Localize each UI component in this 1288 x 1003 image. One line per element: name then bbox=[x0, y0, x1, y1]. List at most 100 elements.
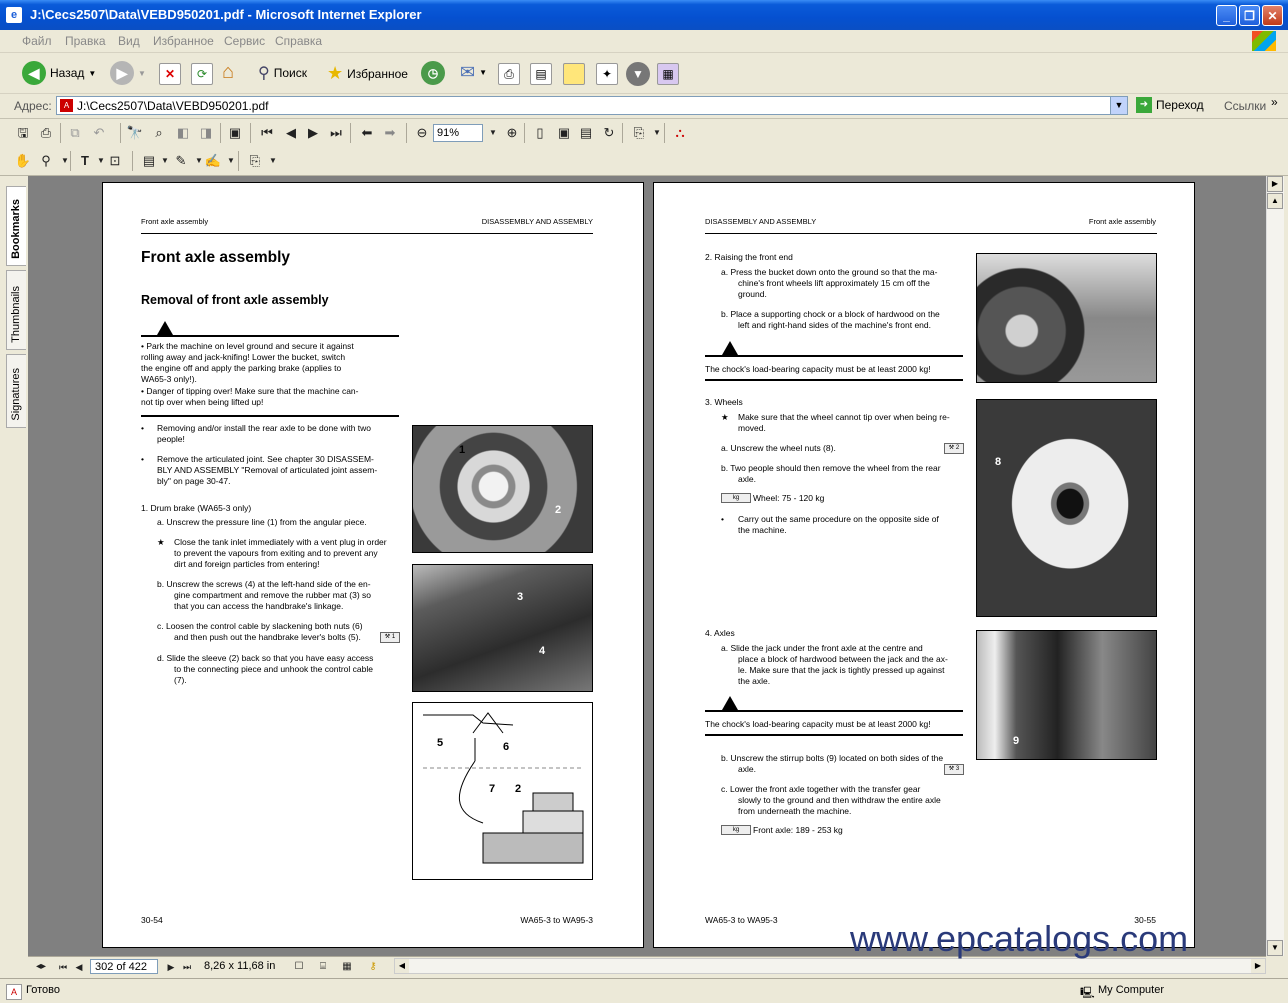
address-input[interactable]: A J:\Cecs2507\Data\VEBD950201.pdf ▼ bbox=[56, 96, 1128, 115]
facing-pages-icon[interactable]: ▦ bbox=[338, 958, 356, 976]
horizontal-scrollbar[interactable]: ◀ ▶ bbox=[394, 958, 1266, 974]
zoom-dropdown-icon[interactable]: ▼ bbox=[484, 124, 502, 142]
copy-icon[interactable]: ⧉ bbox=[66, 124, 84, 142]
actual-size-icon[interactable]: ▯ bbox=[531, 124, 549, 142]
zoom-tool-dropdown-icon[interactable]: ▼ bbox=[56, 152, 74, 170]
tab-bookmarks[interactable]: Bookmarks bbox=[6, 186, 26, 266]
next-page-icon[interactable]: ▶ bbox=[304, 124, 322, 142]
page-number-input[interactable]: 302 of 422 bbox=[90, 959, 158, 974]
discuss-button[interactable] bbox=[563, 63, 585, 85]
scroll-right-arrow-icon[interactable]: ▶ bbox=[1251, 959, 1265, 973]
edit-button[interactable]: ▤ bbox=[530, 63, 552, 85]
minimize-button[interactable]: _ bbox=[1216, 5, 1237, 26]
prev-view-icon[interactable]: ◧ bbox=[174, 124, 192, 142]
messenger-button[interactable]: ✦ bbox=[596, 63, 618, 85]
highlight-tool-icon[interactable]: ✍ bbox=[204, 152, 222, 170]
print-button[interactable]: ⎙ bbox=[498, 63, 520, 85]
menu-file[interactable]: Файл bbox=[22, 34, 52, 48]
section-heading: 2. Raising the front end bbox=[705, 252, 793, 262]
review-dropdown-icon[interactable]: ▼ bbox=[264, 152, 282, 170]
research-button[interactable]: ▼ bbox=[626, 62, 650, 86]
scroll-up-arrow-icon[interactable]: ▲ bbox=[1267, 193, 1283, 209]
last-page-icon[interactable]: ⏭ bbox=[327, 124, 345, 142]
close-button[interactable]: ✕ bbox=[1262, 5, 1283, 26]
pages-menu-icon[interactable]: ⎘ bbox=[630, 124, 648, 142]
prev-page-icon[interactable]: ◀ bbox=[282, 124, 300, 142]
links-chevron-icon[interactable]: » bbox=[1271, 95, 1278, 109]
scroll-left-arrow-icon[interactable]: ◀ bbox=[395, 959, 409, 973]
fit-width-icon[interactable]: ▤ bbox=[577, 124, 595, 142]
next-view-icon[interactable]: ◨ bbox=[197, 124, 215, 142]
menu-help[interactable]: Справка bbox=[275, 34, 322, 48]
review-icon[interactable]: ⎘ bbox=[246, 152, 264, 170]
stop-button[interactable]: ✕ bbox=[159, 63, 181, 85]
go-forward-view-icon[interactable]: ➡ bbox=[381, 124, 399, 142]
page-header-left: Front axle assembly bbox=[141, 217, 209, 226]
hand-tool-icon[interactable]: ✋ bbox=[14, 152, 32, 170]
continuous-icon[interactable]: ⌸ bbox=[314, 958, 332, 976]
links-label[interactable]: Ссылки bbox=[1224, 99, 1266, 113]
fit-page-icon[interactable]: ▣ bbox=[555, 124, 573, 142]
text-line: bly" on page 30-47. bbox=[157, 476, 231, 486]
search-button[interactable]: ⚲ Поиск bbox=[258, 63, 307, 83]
discuss-icon bbox=[563, 63, 585, 85]
maximize-button[interactable]: ❐ bbox=[1239, 5, 1260, 26]
scroll-right-arrow-icon[interactable]: ▶ bbox=[1267, 176, 1283, 192]
menu-edit[interactable]: Правка bbox=[65, 34, 106, 48]
refresh-button[interactable]: ⟳ bbox=[191, 63, 213, 85]
scroll-down-arrow-icon[interactable]: ▼ bbox=[1267, 940, 1283, 956]
undo-icon[interactable]: ↶ bbox=[90, 124, 108, 142]
page-header-left: DISASSEMBLY AND ASSEMBLY bbox=[705, 217, 817, 226]
text-line: to prevent the vapours from exiting and … bbox=[174, 548, 378, 558]
tab-signatures[interactable]: Signatures bbox=[6, 354, 26, 428]
page-title: Front axle assembly bbox=[141, 249, 291, 266]
favorites-button[interactable]: ★ Избранное bbox=[327, 63, 408, 84]
go-button[interactable]: ➜ Переход bbox=[1136, 97, 1204, 113]
back-button[interactable]: ◀ Назад ▼ bbox=[22, 61, 96, 85]
zoom-out-icon[interactable]: ⊖ bbox=[413, 124, 431, 142]
print-pdf-icon[interactable]: ⎙ bbox=[37, 124, 55, 142]
forward-button[interactable]: ▶ ▼ bbox=[110, 61, 146, 85]
text-line: dirt and foreign particles from entering… bbox=[174, 559, 320, 569]
tab-thumbnails[interactable]: Thumbnails bbox=[6, 270, 26, 350]
history-button[interactable]: ◷ bbox=[421, 61, 445, 85]
menu-view[interactable]: Вид bbox=[118, 34, 140, 48]
menu-tools[interactable]: Сервис bbox=[224, 34, 265, 48]
text-line: a. Unscrew the pressure line (1) from th… bbox=[157, 517, 367, 527]
media-icon: ▦ bbox=[657, 63, 679, 85]
first-page-icon[interactable]: ⏮ bbox=[258, 124, 276, 142]
zoom-tool-icon[interactable]: ⚲ bbox=[37, 152, 55, 170]
snapshot-icon[interactable]: ⊡ bbox=[106, 152, 124, 170]
stop-icon: ✕ bbox=[159, 63, 181, 85]
warning-icon bbox=[157, 321, 173, 335]
search-pdf-icon[interactable]: ⌕ bbox=[150, 124, 168, 142]
prev-page-icon[interactable]: ◀ bbox=[70, 958, 88, 976]
page-header-right: DISASSEMBLY AND ASSEMBLY bbox=[481, 217, 593, 226]
pencil-tool-icon[interactable]: ✎ bbox=[172, 152, 190, 170]
text-line: b. Two people should then remove the whe… bbox=[721, 463, 941, 473]
rotate-icon[interactable]: ↻ bbox=[600, 124, 618, 142]
find-icon[interactable]: 🔭 bbox=[126, 124, 144, 142]
nav-toggle-icon[interactable]: ◂▸ bbox=[32, 958, 50, 976]
navigation-pane-icon[interactable]: ▣ bbox=[226, 124, 244, 142]
document-view[interactable]: Front axle assembly DISASSEMBLY AND ASSE… bbox=[28, 176, 1266, 956]
home-button[interactable]: ⌂ bbox=[222, 61, 234, 84]
address-dropdown-icon[interactable]: ▼ bbox=[1110, 97, 1127, 114]
search-icon: ⚲ bbox=[258, 65, 270, 82]
favorites-label: Избранное bbox=[347, 66, 408, 81]
acrobat-icon[interactable]: ⛬ bbox=[671, 124, 689, 142]
go-back-view-icon[interactable]: ⬅ bbox=[358, 124, 376, 142]
text-line: Wheel: 75 - 120 kg bbox=[753, 493, 825, 503]
zoom-input[interactable]: 91% bbox=[433, 124, 483, 142]
watermark: www.epcatalogs.com bbox=[850, 918, 1189, 959]
media-button[interactable]: ▦ bbox=[657, 63, 679, 85]
save-icon[interactable]: 🖫 bbox=[14, 124, 32, 142]
menu-favorites[interactable]: Избранное bbox=[153, 34, 214, 48]
mail-button[interactable]: ✉ ▼ bbox=[460, 62, 487, 83]
handbrake-diagram: 5 6 7 2 bbox=[412, 702, 593, 880]
last-page-icon[interactable]: ⏭ bbox=[178, 958, 196, 976]
zoom-in-icon[interactable]: ⊕ bbox=[503, 124, 521, 142]
text-line: from underneath the machine. bbox=[738, 806, 852, 816]
vertical-scrollbar[interactable]: ▶ ▲ ▼ bbox=[1266, 176, 1284, 956]
single-page-icon[interactable]: ☐ bbox=[290, 958, 308, 976]
